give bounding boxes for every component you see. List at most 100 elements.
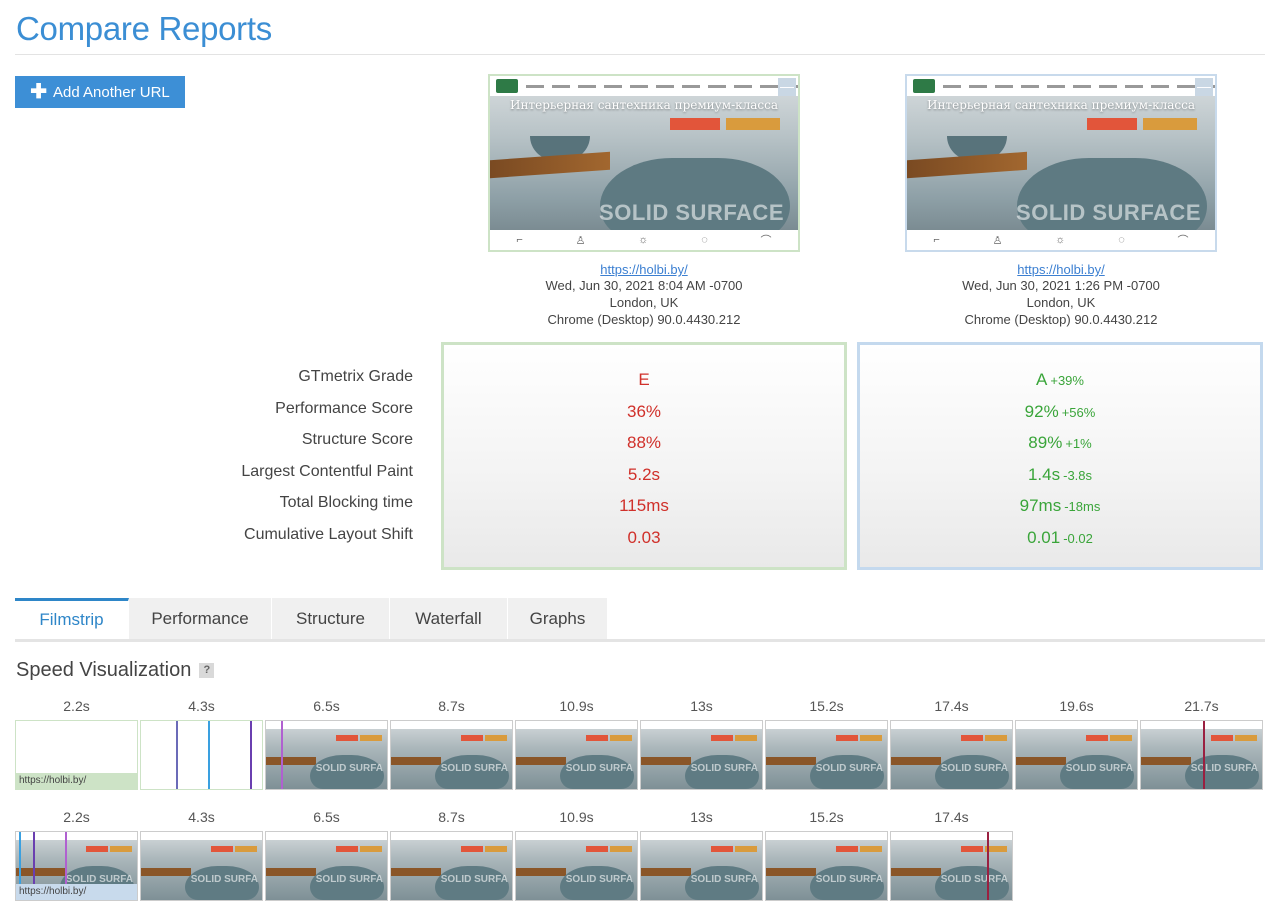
report-2-browser: Chrome (Desktop) 90.0.4430.212 xyxy=(964,312,1158,327)
frame-time: 19.6s xyxy=(1059,698,1094,714)
filmstrip-frame[interactable]: 2.2s SOLID SURFA https://holbi.by/ xyxy=(15,807,138,901)
frame-thumbnail[interactable]: SOLID SURFA xyxy=(765,720,888,790)
frame-thumbnail[interactable] xyxy=(140,720,263,790)
frame-thumbnail[interactable]: SOLID SURFA xyxy=(640,720,763,790)
frame-thumbnail[interactable]: SOLID SURFA xyxy=(390,720,513,790)
collapse-icon[interactable]: — xyxy=(1195,78,1213,96)
report-2-screenshot[interactable]: — Интерьерная сантехника премиум-класса … xyxy=(905,74,1217,252)
tab-graphs[interactable]: Graphs xyxy=(508,598,608,639)
frame-thumbnail[interactable]: SOLID SURFA xyxy=(890,720,1013,790)
metric-label-lcp: Largest Contentful Paint xyxy=(241,462,413,480)
frame-thumbnail[interactable]: SOLID SURFA https://holbi.by/ xyxy=(15,831,138,901)
frame-time: 13s xyxy=(690,809,713,825)
timing-marker xyxy=(1203,721,1205,789)
metric-label-cls: Cumulative Layout Shift xyxy=(244,525,413,543)
report-1-tbt: 115ms xyxy=(619,496,669,516)
report-2-location: London, UK xyxy=(1026,295,1096,310)
report-1-date: Wed, Jun 30, 2021 8:04 AM -0700 xyxy=(545,278,743,293)
filmstrip-frame[interactable]: 10.9s SOLID SURFA xyxy=(515,807,638,901)
frame-thumbnail[interactable]: SOLID SURFA xyxy=(1140,720,1263,790)
frame-thumbnail[interactable]: SOLID SURFA xyxy=(890,831,1013,901)
timing-marker xyxy=(176,721,178,789)
add-another-url-label: Add Another URL xyxy=(53,83,170,101)
frame-time: 8.7s xyxy=(438,809,465,825)
frame-time: 8.7s xyxy=(438,698,465,714)
report-2-tbt: 97ms xyxy=(1019,496,1062,516)
report-1-screenshot[interactable]: — Интерьерная сантехника премиум-класса … xyxy=(488,74,800,252)
filmstrip-frame[interactable]: 21.7s SOLID SURFA xyxy=(1140,696,1263,790)
frame-time: 15.2s xyxy=(809,809,844,825)
frame-url-label: https://holbi.by/ xyxy=(16,884,137,900)
frame-time: 15.2s xyxy=(809,698,844,714)
frame-time: 10.9s xyxy=(559,809,594,825)
report-1-location: London, UK xyxy=(609,295,679,310)
frame-thumbnail[interactable]: SOLID SURFA xyxy=(515,720,638,790)
tab-performance[interactable]: Performance xyxy=(129,598,272,639)
timing-marker xyxy=(987,832,989,900)
frame-thumbnail[interactable]: SOLID SURFA xyxy=(515,831,638,901)
filmstrip-frame[interactable]: 2.2s https://holbi.by/ xyxy=(15,696,138,790)
report-2-date: Wed, Jun 30, 2021 1:26 PM -0700 xyxy=(962,278,1160,293)
thumb-hero-text: Интерьерная сантехника премиум-класса xyxy=(509,98,779,112)
tab-waterfall[interactable]: Waterfall xyxy=(390,598,508,639)
report-2-structure: 89% xyxy=(1028,433,1063,453)
report-2-url-link[interactable]: https://holbi.by/ xyxy=(905,262,1217,277)
thumb-watermark: SOLID SURFACE xyxy=(1016,200,1201,225)
frame-thumbnail[interactable]: SOLID SURFA xyxy=(640,831,763,901)
frame-time: 4.3s xyxy=(188,809,215,825)
tab-filmstrip[interactable]: Filmstrip xyxy=(15,598,129,639)
add-another-url-button[interactable]: ✚ Add Another URL xyxy=(15,76,185,108)
tab-structure[interactable]: Structure xyxy=(272,598,390,639)
filmstrip-frame[interactable]: 13s SOLID SURFA xyxy=(640,807,763,901)
help-icon[interactable]: ? xyxy=(199,663,215,678)
report-1-scores: E 36% 88% 5.2s 115ms 0.03 xyxy=(441,342,847,570)
report-2-grade: A xyxy=(1036,370,1048,389)
metric-labels: GTmetrix Grade Performance Score Structu… xyxy=(241,361,413,551)
frame-thumbnail[interactable]: SOLID SURFA xyxy=(140,831,263,901)
report-1-url-link[interactable]: https://holbi.by/ xyxy=(488,262,800,277)
filmstrip-frame[interactable]: 4.3s xyxy=(140,696,263,790)
filmstrip-frame[interactable]: 10.9s SOLID SURFA xyxy=(515,696,638,790)
report-1-structure: 88% xyxy=(626,433,662,453)
report-2-structure-diff: +1% xyxy=(1065,436,1092,452)
filmstrip-report-2: 2.2s SOLID SURFA https://holbi.by/4.3s SOLI… xyxy=(15,807,1013,901)
filmstrip-frame[interactable]: 13s SOLID SURFA xyxy=(640,696,763,790)
report-2-lcp-diff: -3.8s xyxy=(1063,467,1093,483)
frame-thumbnail[interactable]: SOLID SURFA xyxy=(265,720,388,790)
filmstrip-frame[interactable]: 17.4s SOLID SURFA xyxy=(890,807,1013,901)
frame-thumbnail[interactable]: https://holbi.by/ xyxy=(15,720,138,790)
filmstrip-frame[interactable]: 6.5s SOLID SURFA xyxy=(265,696,388,790)
frame-time: 17.4s xyxy=(934,809,969,825)
report-1-performance: 36% xyxy=(626,401,662,421)
thumb-hero-text: Интерьерная сантехника премиум-класса xyxy=(926,98,1196,112)
filmstrip-frame[interactable]: 15.2s SOLID SURFA xyxy=(765,807,888,901)
thumb-watermark: SOLID SURFACE xyxy=(599,200,784,225)
filmstrip-frame[interactable]: 8.7s SOLID SURFA xyxy=(390,696,513,790)
frame-thumbnail[interactable]: SOLID SURFA xyxy=(1015,720,1138,790)
report-column-2: — Интерьерная сантехника премиум-класса … xyxy=(905,74,1217,328)
frame-time: 2.2s xyxy=(63,698,90,714)
filmstrip-frame[interactable]: 17.4s SOLID SURFA xyxy=(890,696,1013,790)
filmstrip-frame[interactable]: 6.5s SOLID SURFA xyxy=(265,807,388,901)
frame-time: 17.4s xyxy=(934,698,969,714)
frame-thumbnail[interactable]: SOLID SURFA xyxy=(765,831,888,901)
filmstrip-report-1: 2.2s https://holbi.by/4.3s 6.5s SOLID SURFA… xyxy=(15,696,1263,790)
report-2-performance: 92% xyxy=(1024,401,1059,421)
title-divider xyxy=(15,54,1265,55)
filmstrip-frame[interactable]: 19.6s SOLID SURFA xyxy=(1015,696,1138,790)
frame-thumbnail[interactable]: SOLID SURFA xyxy=(390,831,513,901)
report-1-grade: E xyxy=(638,370,650,389)
frame-time: 2.2s xyxy=(63,809,90,825)
collapse-icon[interactable]: — xyxy=(778,78,796,96)
metric-label-structure: Structure Score xyxy=(301,431,413,449)
metric-label-grade: GTmetrix Grade xyxy=(298,368,413,385)
frame-thumbnail[interactable]: SOLID SURFA xyxy=(265,831,388,901)
filmstrip-frame[interactable]: 8.7s SOLID SURFA xyxy=(390,807,513,901)
frame-time: 10.9s xyxy=(559,698,594,714)
site-logo-icon xyxy=(913,79,935,93)
filmstrip-frame[interactable]: 15.2s SOLID SURFA xyxy=(765,696,888,790)
metric-label-performance: Performance Score xyxy=(275,399,413,417)
report-2-performance-diff: +56% xyxy=(1061,404,1096,420)
filmstrip-frame[interactable]: 4.3s SOLID SURFA xyxy=(140,807,263,901)
site-logo-icon xyxy=(496,79,518,93)
